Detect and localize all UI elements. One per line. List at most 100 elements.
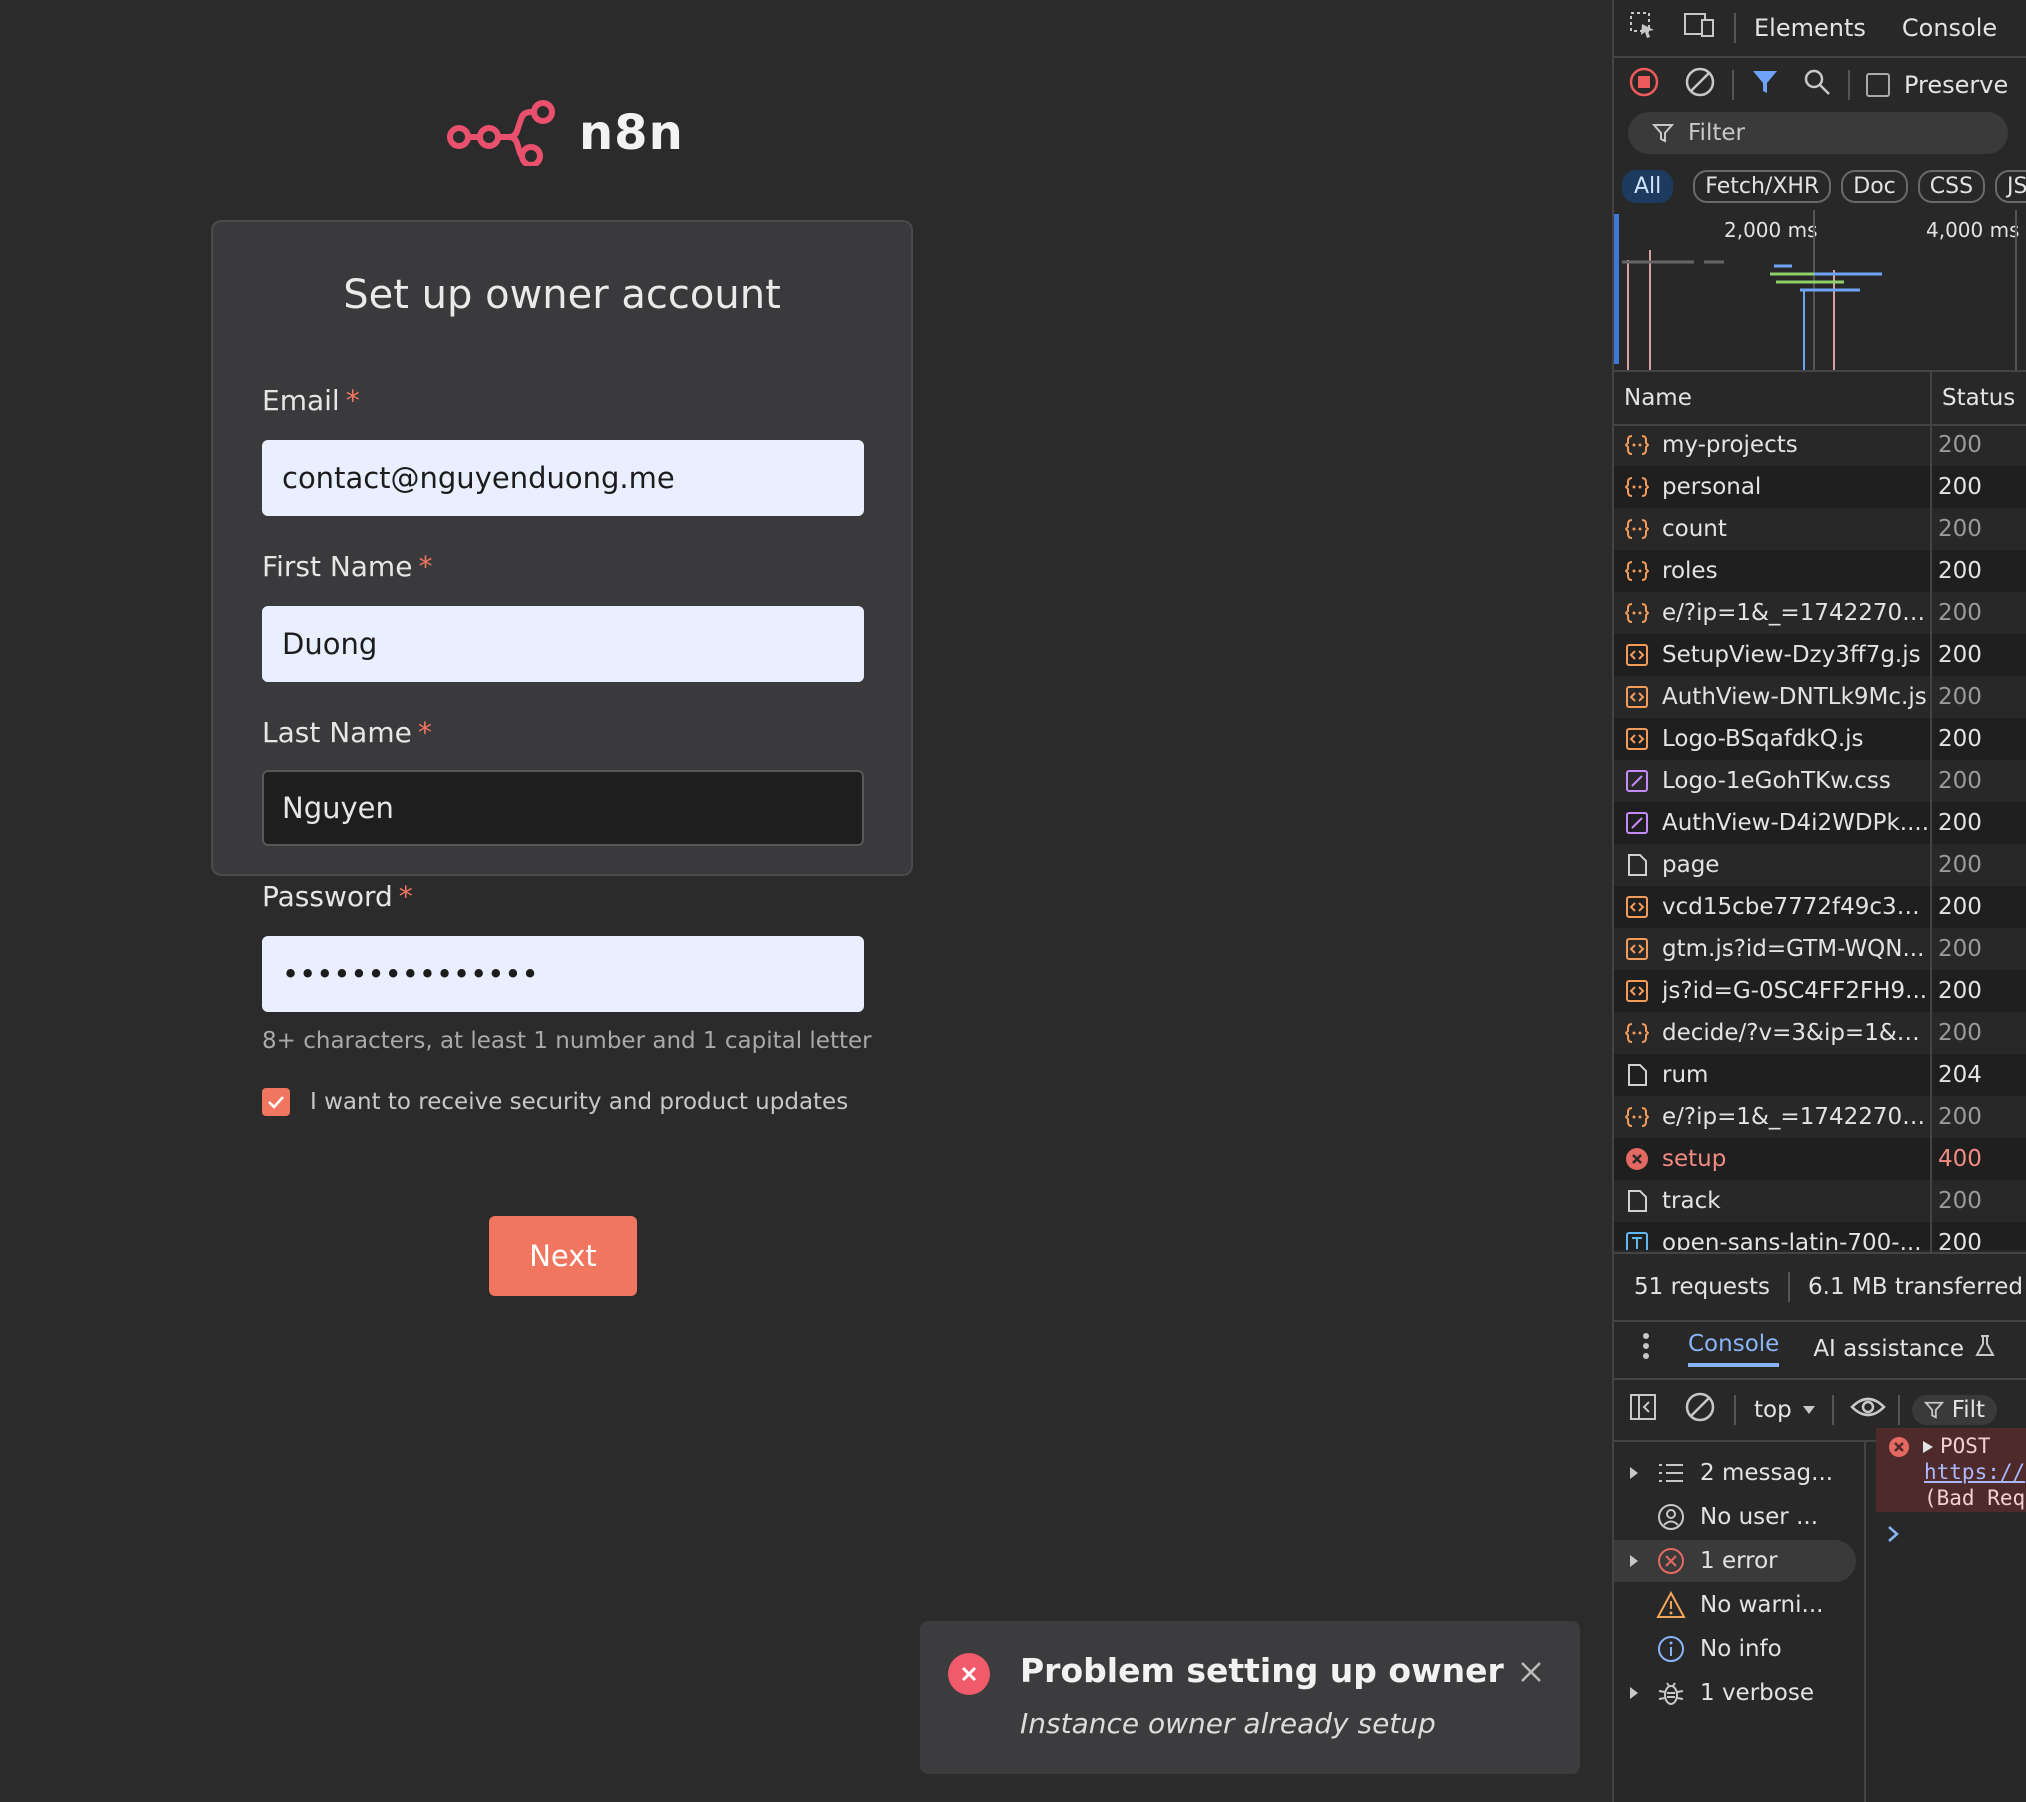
n8n-logo-icon bbox=[447, 100, 555, 166]
network-request-row[interactable]: AuthView-D4i2WDPk.... 200 bbox=[1614, 802, 2026, 844]
email-label: Email * bbox=[262, 384, 360, 417]
network-request-row[interactable]: page 200 bbox=[1614, 844, 2026, 886]
network-request-row[interactable]: e/?ip=1&_=17422700... 200 bbox=[1614, 592, 2026, 634]
email-input[interactable]: contact@nguyenduong.me bbox=[262, 440, 864, 516]
network-request-row[interactable]: my-projects 200 bbox=[1614, 424, 2026, 466]
first-name-value: Duong bbox=[282, 627, 378, 661]
toast-message: Instance owner already setup bbox=[1020, 1707, 1436, 1740]
network-request-row[interactable]: gtm.js?id=GTM-WQN... 200 bbox=[1614, 928, 2026, 970]
search-icon[interactable] bbox=[1802, 67, 1832, 103]
request-status: 200 bbox=[1938, 474, 1982, 500]
more-tools-icon[interactable] bbox=[1642, 1332, 1650, 1366]
network-request-row[interactable]: personal 200 bbox=[1614, 466, 2026, 508]
request-name: page bbox=[1662, 852, 1720, 878]
console-error-message[interactable]: POST https:// (Bad Req bbox=[1876, 1428, 2026, 1512]
network-timeline[interactable]: 2,000 ms 4,000 ms bbox=[1614, 210, 2026, 372]
tab-elements[interactable]: Elements bbox=[1754, 14, 1866, 42]
network-request-row[interactable]: roles 200 bbox=[1614, 550, 2026, 592]
console-sidebar-item[interactable]: No user ... bbox=[1614, 1496, 1856, 1538]
context-selector[interactable]: top bbox=[1754, 1397, 1816, 1423]
request-name: SetupView-Dzy3ff7g.js bbox=[1662, 642, 1921, 668]
network-request-row[interactable]: SetupView-Dzy3ff7g.js 200 bbox=[1614, 634, 2026, 676]
expand-triangle-icon[interactable] bbox=[1922, 1440, 1934, 1454]
filter-funnel-icon[interactable] bbox=[1750, 67, 1780, 103]
expand-triangle-icon[interactable] bbox=[1614, 1554, 1654, 1568]
console-sidebar-item[interactable]: No warni... bbox=[1614, 1584, 1856, 1626]
fetch-xhr-icon bbox=[1624, 558, 1650, 584]
divider bbox=[1732, 70, 1734, 100]
console-prompt-icon[interactable] bbox=[1886, 1524, 1900, 1550]
filter-placeholder: Filter bbox=[1688, 120, 1745, 146]
updates-checkbox-row[interactable]: I want to receive security and product u… bbox=[262, 1088, 848, 1116]
network-request-row[interactable]: open-sans-latin-700-... 200 bbox=[1614, 1222, 2026, 1250]
timeline-waterfall bbox=[1614, 210, 2017, 370]
device-toggle-icon[interactable] bbox=[1682, 10, 1716, 46]
network-request-row[interactable]: vcd15cbe7772f49c39... 200 bbox=[1614, 886, 2026, 928]
preserve-log-checkbox[interactable] bbox=[1866, 73, 1890, 97]
request-status: 200 bbox=[1938, 558, 1982, 584]
column-status[interactable]: Status bbox=[1942, 385, 2015, 411]
drawer-tab-ai-assistance[interactable]: AI assistance bbox=[1813, 1336, 1964, 1362]
divider bbox=[1734, 1395, 1736, 1425]
inspect-element-icon[interactable] bbox=[1628, 10, 1658, 46]
network-request-row[interactable]: rum 204 bbox=[1614, 1054, 2026, 1096]
network-request-row[interactable]: js?id=G-0SC4FF2FH9... 200 bbox=[1614, 970, 2026, 1012]
request-count: 51 requests bbox=[1634, 1274, 1770, 1300]
tab-console[interactable]: Console bbox=[1902, 14, 1997, 42]
request-status: 200 bbox=[1938, 810, 1982, 836]
chip-js[interactable]: JS bbox=[1995, 169, 2026, 203]
expand-triangle-icon[interactable] bbox=[1614, 1686, 1654, 1700]
console-sidebar-item[interactable]: 1 error bbox=[1614, 1540, 1856, 1582]
warning-icon bbox=[1654, 1591, 1688, 1619]
console-sidebar-item[interactable]: No info bbox=[1614, 1628, 1856, 1670]
network-request-row[interactable]: track 200 bbox=[1614, 1180, 2026, 1222]
script-icon bbox=[1624, 684, 1650, 710]
console-sidebar-label: No info bbox=[1700, 1636, 1782, 1662]
first-name-input[interactable]: Duong bbox=[262, 606, 864, 682]
chip-doc[interactable]: Doc bbox=[1841, 169, 1908, 203]
last-name-input[interactable]: Nguyen bbox=[262, 770, 864, 846]
network-request-row[interactable]: e/?ip=1&_=17422700... 200 bbox=[1614, 1096, 2026, 1138]
message-url[interactable]: https:// bbox=[1924, 1460, 2025, 1484]
network-request-row[interactable]: AuthView-DNTLk9Mc.js 200 bbox=[1614, 676, 2026, 718]
request-name: AuthView-DNTLk9Mc.js bbox=[1662, 684, 1927, 710]
clear-console-icon[interactable] bbox=[1684, 1391, 1716, 1429]
console-sidebar-item[interactable]: 1 verbose bbox=[1614, 1672, 1856, 1714]
network-filter-input[interactable]: Filter bbox=[1628, 112, 2008, 154]
stop-recording-icon[interactable] bbox=[1628, 66, 1660, 104]
transferred-size: 6.1 MB transferred bbox=[1808, 1274, 2023, 1300]
password-label: Password * bbox=[262, 880, 413, 913]
chevron-down-icon bbox=[1802, 1406, 1815, 1414]
request-name: e/?ip=1&_=17422700... bbox=[1662, 600, 1930, 626]
last-name-value: Nguyen bbox=[282, 791, 394, 825]
bug-icon bbox=[1654, 1679, 1688, 1707]
chip-css[interactable]: CSS bbox=[1917, 169, 1986, 203]
required-mark: * bbox=[417, 716, 432, 749]
close-icon[interactable] bbox=[1518, 1659, 1544, 1685]
sidebar-toggle-icon[interactable] bbox=[1628, 1392, 1658, 1428]
request-name: gtm.js?id=GTM-WQN... bbox=[1662, 936, 1925, 962]
console-filter-input[interactable]: Filt bbox=[1911, 1395, 1998, 1425]
drawer-tabbar: Console AI assistance bbox=[1614, 1320, 2026, 1380]
network-request-row[interactable]: decide/?v=3&ip=1&_=... 200 bbox=[1614, 1012, 2026, 1054]
n8n-app: n8n Set up owner account Email * contact@… bbox=[0, 0, 1612, 1802]
fetch-xhr-icon bbox=[1624, 1020, 1650, 1046]
request-status: 200 bbox=[1938, 684, 1982, 710]
network-request-row[interactable]: Logo-1eGohTKw.css 200 bbox=[1614, 760, 2026, 802]
chip-fetch-xhr[interactable]: Fetch/XHR bbox=[1693, 169, 1832, 203]
network-table-header: Name Status bbox=[1614, 372, 2026, 426]
clear-icon[interactable] bbox=[1684, 66, 1716, 104]
drawer-tab-console[interactable]: Console bbox=[1688, 1331, 1780, 1367]
chip-all[interactable]: All bbox=[1622, 169, 1674, 203]
expand-triangle-icon[interactable] bbox=[1614, 1466, 1654, 1480]
network-request-row[interactable]: setup 400 bbox=[1614, 1138, 2026, 1180]
console-sidebar-label: 1 error bbox=[1700, 1548, 1778, 1574]
column-name[interactable]: Name bbox=[1624, 385, 1692, 411]
password-input[interactable]: ••••••••••••••• bbox=[262, 936, 864, 1012]
console-sidebar-item[interactable]: 2 messag... bbox=[1614, 1452, 1856, 1494]
network-request-row[interactable]: Logo-BSqafdkQ.js 200 bbox=[1614, 718, 2026, 760]
eye-icon[interactable] bbox=[1849, 1395, 1886, 1425]
updates-checkbox[interactable] bbox=[262, 1088, 290, 1116]
network-request-row[interactable]: count 200 bbox=[1614, 508, 2026, 550]
next-button[interactable]: Next bbox=[489, 1216, 637, 1296]
